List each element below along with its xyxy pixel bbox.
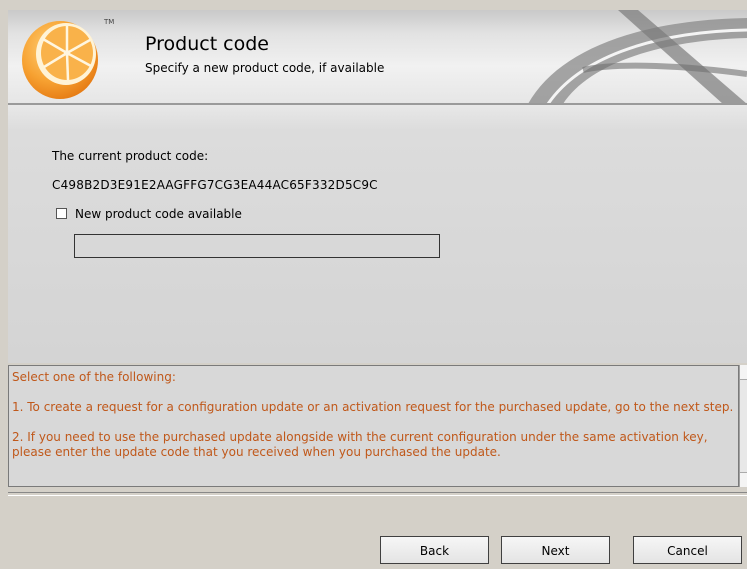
new-product-code-input[interactable] <box>74 234 440 258</box>
cancel-button[interactable]: Cancel <box>633 536 742 564</box>
next-button[interactable]: Next <box>501 536 610 564</box>
wizard-header: TM Product code Specify a new product co… <box>8 10 747 104</box>
info-scrollbar[interactable] <box>739 365 747 487</box>
header-decoration <box>528 10 747 104</box>
info-line-option-2: 2. If you need to use the purchased upda… <box>12 430 712 459</box>
page-title: Product code <box>145 33 270 55</box>
scroll-down-arrow-icon[interactable] <box>740 472 747 487</box>
back-button[interactable]: Back <box>380 536 489 564</box>
content-panel: The current product code: C498B2D3E91E2A… <box>8 105 747 363</box>
new-code-checkbox-label[interactable]: New product code available <box>75 207 242 221</box>
current-code-label: The current product code: <box>52 149 209 163</box>
info-line-option-1: 1. To create a request for a configurati… <box>12 400 734 414</box>
page-subtitle: Specify a new product code, if available <box>145 61 385 75</box>
current-code-value: C498B2D3E91E2AAGFFG7CG3EA44AC65F332D5C9C <box>52 178 378 192</box>
info-text-area: Select one of the following: 1. To creat… <box>8 365 739 487</box>
trademark-label: TM <box>104 18 115 26</box>
orange-slice-logo-icon <box>22 21 98 99</box>
scroll-up-arrow-icon[interactable] <box>740 365 747 380</box>
info-line-intro: Select one of the following: <box>12 370 176 384</box>
footer-separator <box>8 492 747 496</box>
new-code-checkbox[interactable] <box>56 208 67 219</box>
